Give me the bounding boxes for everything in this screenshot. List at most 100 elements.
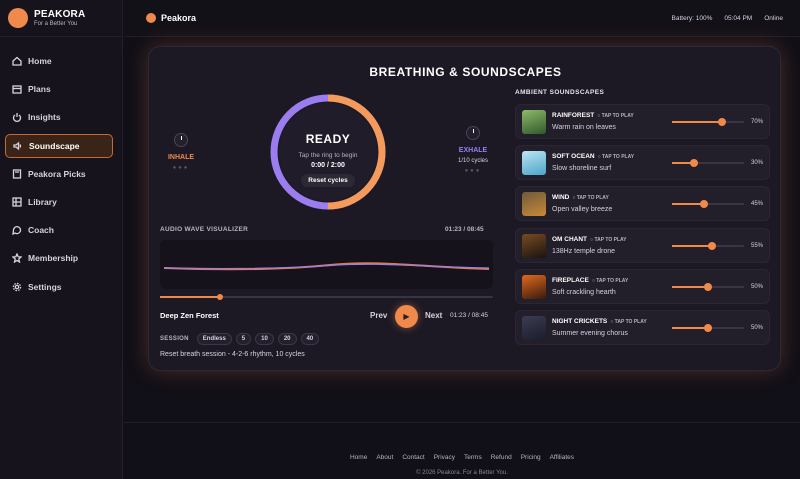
session-chip-10[interactable]: 10 — [255, 333, 274, 345]
tap-to-play-hint[interactable]: ○ TAP TO PLAY — [590, 237, 626, 243]
volume-thumb[interactable] — [704, 323, 712, 332]
prev-button[interactable]: Prev — [370, 311, 387, 320]
track-progress-thumb[interactable] — [216, 294, 223, 300]
sidebar-item-peakora-picks[interactable]: Peakora Picks — [5, 162, 113, 186]
footer-link-home[interactable]: Home — [350, 454, 367, 461]
soundscape-title: FIREPLACE — [552, 276, 589, 284]
exhale-label: EXHALE — [458, 147, 488, 154]
wave-line — [163, 262, 490, 271]
track-progress[interactable] — [160, 294, 493, 300]
tap-to-play-hint[interactable]: ○ TAP TO PLAY — [598, 154, 634, 160]
tap-to-play-hint[interactable]: ○ TAP TO PLAY — [592, 278, 628, 284]
sidebar-item-soundscape[interactable]: Soundscape — [5, 133, 113, 158]
soundscape-title: WIND — [552, 194, 570, 202]
page-title: BREATHING & SOUNDSCAPES — [369, 65, 562, 79]
brand[interactable]: PEAKORA For a Better You — [8, 8, 85, 28]
footer-link-contact[interactable]: Contact — [402, 454, 424, 461]
copyright: © 2026 Peakora. For a Better You. — [416, 470, 508, 476]
play-icon: ▶ — [403, 312, 410, 321]
footer-link-refund[interactable]: Refund — [491, 454, 512, 461]
soundscape-thumbnail — [522, 151, 546, 176]
inhale-dots: ●●● — [172, 165, 190, 171]
track-progress-fill — [160, 296, 220, 298]
ring-center: READY Tap the ring to begin 0:00 / 2:00 … — [279, 103, 377, 201]
reset-cycles-button[interactable]: Reset cycles — [301, 174, 355, 187]
sidebar-item-library[interactable]: Library — [5, 190, 113, 214]
ambient-item[interactable]: RAINFOREST ○ TAP TO PLAY Warm rain on leav… — [515, 104, 770, 139]
session-label: SESSION — [160, 336, 189, 342]
ambient-item[interactable]: WIND ○ TAP TO PLAY Open valley breeze 45% — [515, 186, 770, 222]
ambient-item[interactable]: OM CHANT ○ TAP TO PLAY 138Hz temple drone 5… — [515, 227, 770, 263]
volume-value: 45% — [750, 201, 763, 208]
tap-to-play-hint[interactable]: ○ TAP TO PLAY — [572, 195, 608, 201]
sidebar-item-home[interactable]: Home — [5, 49, 113, 73]
footer-link-pricing[interactable]: Pricing — [521, 454, 541, 461]
tap-to-play-hint[interactable]: ○ TAP TO PLAY — [597, 113, 633, 119]
footer-link-terms[interactable]: Terms — [464, 454, 482, 461]
volume-slider[interactable] — [672, 323, 744, 332]
topbar-brand[interactable]: Peakora — [146, 13, 196, 23]
player-time: 01:23 / 08:45 — [450, 312, 488, 319]
volume-thumb[interactable] — [707, 241, 716, 250]
soundscape-title: NIGHT CRICKETS — [552, 317, 608, 325]
soundscape-description: Soft crackling hearth — [552, 288, 616, 296]
visualizer-time: 01:23 / 08:45 — [445, 226, 484, 233]
volume-slider[interactable] — [672, 159, 744, 168]
sidebar-item-label: Library — [28, 196, 57, 207]
volume-thumb[interactable] — [704, 282, 712, 291]
footer-link-about[interactable]: About — [376, 454, 393, 461]
connection-status: Online — [764, 15, 783, 22]
sidebar-item-insights[interactable]: Insights — [5, 105, 113, 129]
sidebar-item-coach[interactable]: Coach — [5, 218, 113, 242]
session-chip-endless[interactable]: Endless — [196, 333, 232, 345]
sidebar-item-plans[interactable]: Plans — [5, 77, 113, 101]
next-button[interactable]: Next — [425, 311, 442, 320]
breathing-ring[interactable]: READY Tap the ring to begin 0:00 / 2:00 … — [269, 93, 387, 211]
sidebar-item-label: Coach — [28, 225, 54, 236]
soundscape-thumbnail — [522, 192, 546, 217]
topbar: Peakora Battery: 100% 05:04 PM Online — [124, 0, 800, 37]
sidebar-item-label: Settings — [28, 281, 62, 292]
footer-link-privacy[interactable]: Privacy — [434, 454, 455, 461]
book-icon — [12, 169, 22, 179]
volume-slider[interactable] — [672, 200, 744, 209]
exhale-knob[interactable] — [466, 126, 480, 140]
footer-links: Home About Contact Privacy Terms Refund … — [124, 454, 800, 461]
volume-slider[interactable] — [672, 241, 744, 250]
session-chip-20[interactable]: 20 — [277, 333, 297, 345]
session-chip-5[interactable]: 5 — [235, 333, 252, 345]
sidebar-item-membership[interactable]: Membership — [5, 246, 113, 270]
ambient-item[interactable]: SOFT OCEAN ○ TAP TO PLAY Slow shoreline su… — [515, 145, 770, 181]
inhale-control[interactable]: INHALE ●●● — [161, 133, 201, 171]
play-button[interactable]: ▶ — [395, 305, 418, 328]
soundscape-description: Warm rain on leaves — [552, 124, 616, 131]
ambient-item[interactable]: FIREPLACE ○ TAP TO PLAY Soft crackling hea… — [515, 268, 770, 304]
ambient-item[interactable]: NIGHT CRICKETS ○ TAP TO PLAY Summer evenin… — [515, 309, 770, 345]
inhale-knob[interactable] — [174, 133, 188, 147]
session-description: Reset breath session - 4-2-6 rhythm, 10 … — [160, 351, 305, 358]
volume-thumb[interactable] — [700, 200, 709, 209]
audio-wave-visualizer — [160, 240, 493, 289]
sidebar-item-settings[interactable]: Settings — [5, 275, 113, 299]
track-title: Deep Zen Forest — [160, 311, 219, 320]
volume-slider[interactable] — [672, 118, 744, 126]
volume-fill — [672, 326, 708, 329]
exhale-dots: ●●● — [464, 168, 482, 174]
session-chip-40[interactable]: 40 — [300, 333, 320, 345]
soundscape-title: OM CHANT — [552, 235, 588, 243]
volume-thumb[interactable] — [718, 118, 727, 126]
volume-value: 50% — [750, 324, 763, 331]
volume-slider[interactable] — [672, 282, 744, 291]
footer-link-affiliates[interactable]: Affiliates — [550, 454, 574, 461]
volume-fill — [672, 244, 712, 247]
exhale-control[interactable]: EXHALE 1/10 cycles ●●● — [453, 126, 493, 174]
sidebar-item-label: Insights — [28, 112, 61, 123]
soundscape-name: NIGHT CRICKETS ○ TAP TO PLAY — [552, 318, 647, 325]
volume-thumb[interactable] — [689, 159, 698, 168]
tap-to-play-hint[interactable]: ○ TAP TO PLAY — [610, 319, 646, 325]
logo — [146, 13, 156, 23]
brand-tagline: For a Better You — [34, 21, 78, 27]
ring-hint: Tap the ring to begin — [298, 152, 358, 159]
status-bar: Battery: 100% 05:04 PM Online — [672, 15, 783, 22]
volume-value: 55% — [750, 242, 763, 249]
